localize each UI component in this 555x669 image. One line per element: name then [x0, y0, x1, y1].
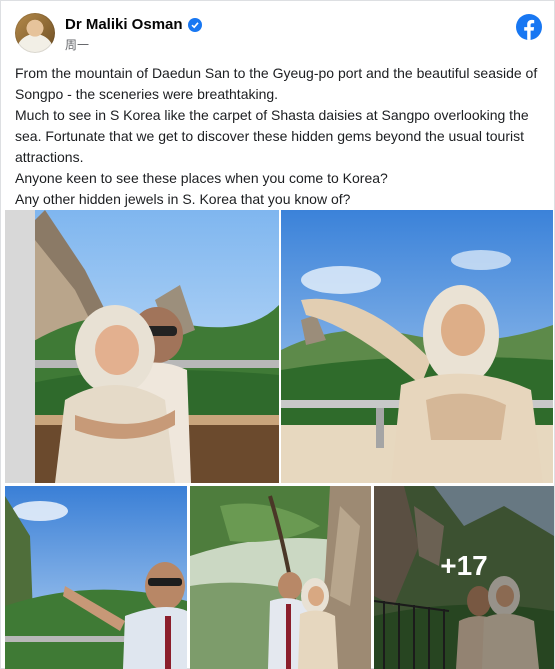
post-photo-2[interactable] — [281, 210, 553, 483]
post-paragraph: Much to see in S Korea like the carpet o… — [15, 107, 529, 165]
post-photo-1[interactable] — [5, 210, 279, 483]
post-photo-4[interactable] — [190, 486, 371, 669]
author-row: Dr Maliki Osman — [65, 16, 202, 33]
more-photos-count: +17 — [440, 549, 488, 581]
post-paragraph: Any other hidden jewels in S. Korea that… — [15, 191, 351, 207]
post-paragraph: Anyone keen to see these places when you… — [15, 170, 388, 186]
more-photos-overlay[interactable]: +17 — [374, 486, 554, 669]
facebook-post-card: Dr Maliki Osman 周一 From the mountain of … — [0, 0, 555, 669]
post-text: From the mountain of Daedun San to the G… — [15, 63, 542, 210]
author-avatar[interactable] — [15, 13, 55, 53]
author-name[interactable]: Dr Maliki Osman — [65, 16, 183, 33]
verified-badge-icon — [187, 17, 202, 32]
facebook-logo-icon[interactable] — [516, 14, 542, 40]
post-photo-5[interactable]: +17 — [374, 486, 554, 669]
post-paragraph: From the mountain of Daedun San to the G… — [15, 65, 538, 102]
post-header: Dr Maliki Osman 周一 — [15, 13, 542, 57]
post-timestamp[interactable]: 周一 — [65, 36, 89, 53]
post-photo-3[interactable] — [5, 486, 187, 669]
